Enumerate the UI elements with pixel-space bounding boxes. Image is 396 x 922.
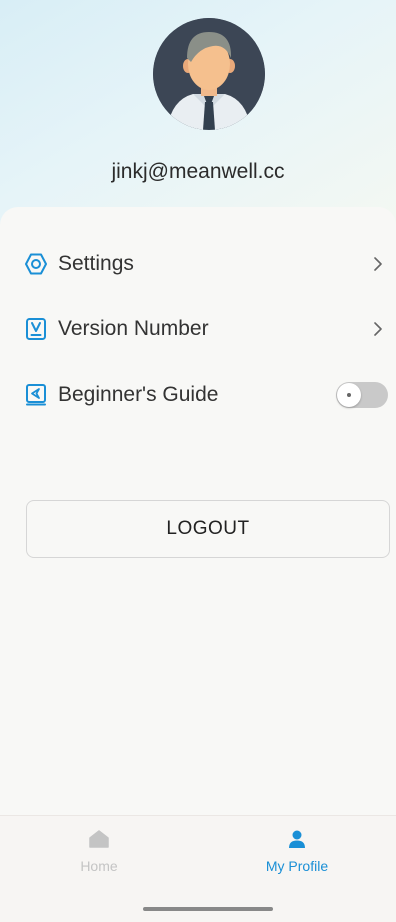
bottom-tab-bar: Home My Profile [0,815,396,922]
home-icon [89,830,109,853]
toggle-knob [337,383,361,407]
version-icon [24,317,48,341]
menu-item-version[interactable]: Version Number [0,304,396,354]
chevron-right-icon [370,319,386,339]
guide-icon [24,383,48,407]
avatar-icon [153,18,265,130]
tab-label: My Profile [265,858,329,874]
menu-item-label: Settings [58,252,134,275]
tab-my-profile[interactable]: My Profile [198,816,396,888]
beginners-guide-toggle[interactable] [336,382,388,408]
menu-item-label: Beginner's Guide [58,383,219,406]
menu-item-settings[interactable]: Settings [0,239,396,289]
home-indicator[interactable] [143,907,273,911]
avatar[interactable] [153,18,265,130]
profile-icon [287,830,307,853]
menu-item-beginners-guide: Beginner's Guide [0,370,396,420]
user-email: jinkj@meanwell.cc [111,160,285,183]
tab-home[interactable]: Home [0,816,198,888]
menu-item-label: Version Number [58,317,209,340]
settings-icon [24,252,48,276]
tab-label: Home [80,858,118,874]
logout-button[interactable]: LOGOUT [26,500,390,558]
chevron-right-icon [370,254,386,274]
